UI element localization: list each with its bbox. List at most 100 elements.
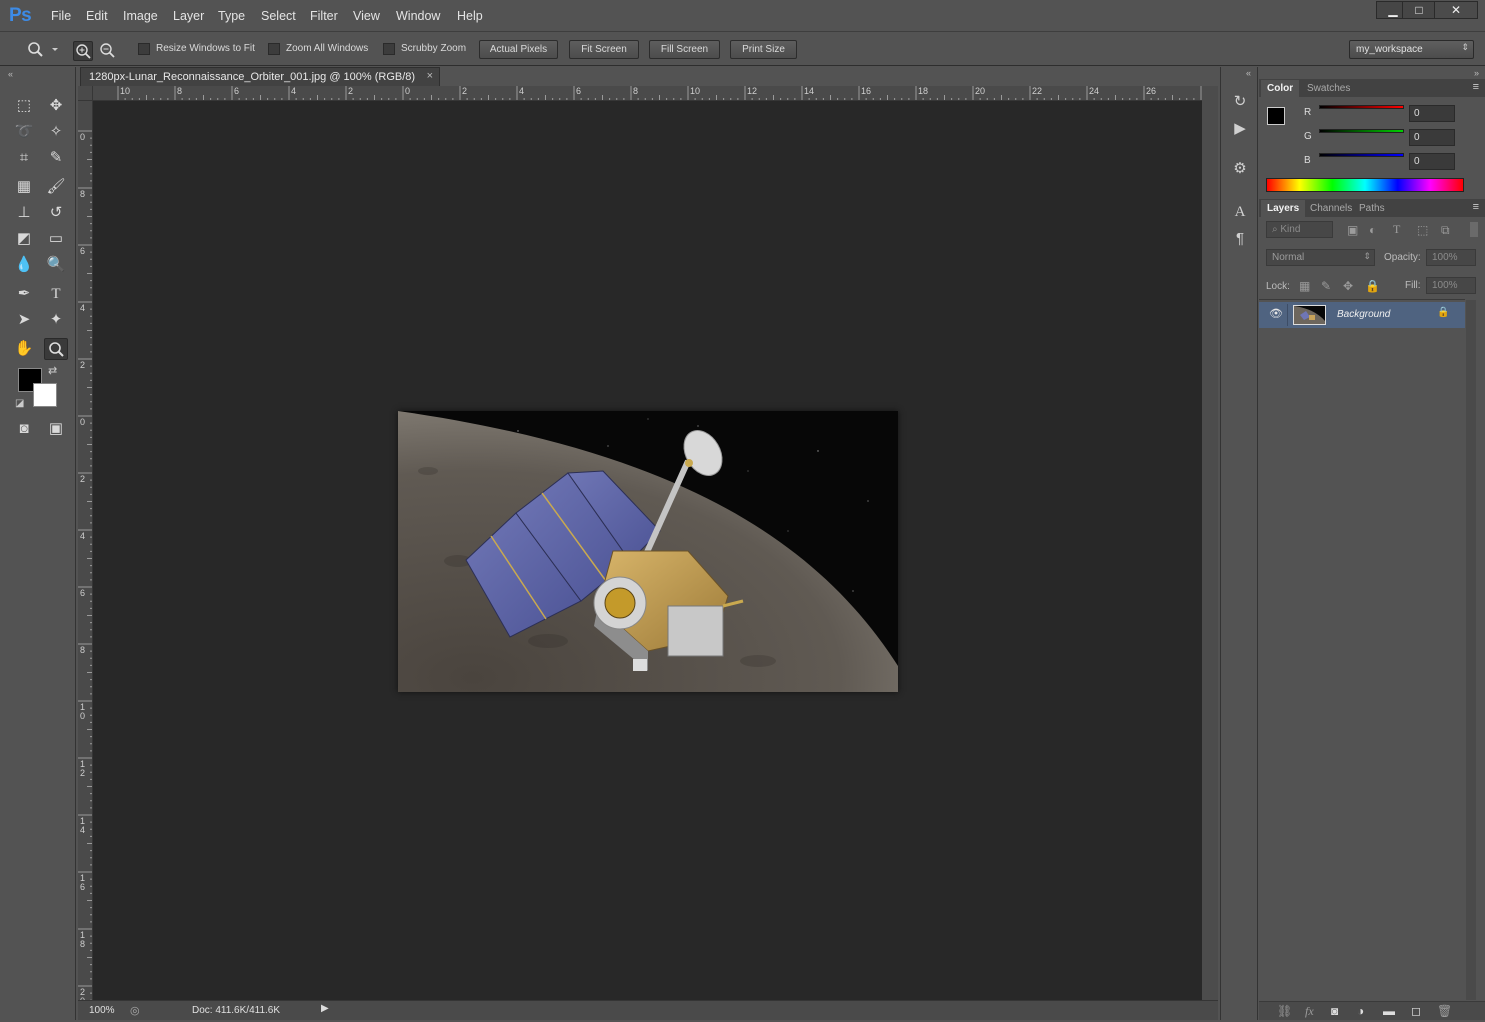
menu-type[interactable]: Type bbox=[218, 9, 245, 23]
delete-layer-icon[interactable]: 🗑 bbox=[1437, 1004, 1452, 1018]
panel-menu-icon[interactable]: ≡ bbox=[1473, 81, 1479, 93]
path-selection-tool-icon[interactable]: ➤ bbox=[12, 309, 36, 331]
fill-field[interactable]: 100% bbox=[1426, 277, 1476, 294]
layers-scrollbar[interactable] bbox=[1466, 300, 1476, 1000]
tab-channels[interactable]: Channels bbox=[1304, 200, 1358, 217]
type-filter-icon[interactable]: T bbox=[1393, 222, 1400, 237]
menu-help[interactable]: Help bbox=[457, 9, 483, 23]
layer-style-fx-icon[interactable]: fx bbox=[1305, 1004, 1314, 1019]
actions-panel-icon[interactable]: ▶ bbox=[1230, 119, 1250, 139]
color-spectrum-ramp[interactable] bbox=[1266, 178, 1464, 192]
color-panel-foreground[interactable] bbox=[1267, 107, 1285, 125]
eye-visibility-icon[interactable]: 👁 bbox=[1269, 307, 1283, 320]
tab-layers[interactable]: Layers bbox=[1261, 200, 1306, 217]
add-mask-icon[interactable]: ◙ bbox=[1331, 1004, 1338, 1018]
pixel-filter-icon[interactable]: ▣ bbox=[1347, 223, 1358, 237]
lock-image-icon[interactable]: ✎ bbox=[1321, 279, 1331, 293]
custom-shape-tool-icon[interactable]: ✦ bbox=[44, 309, 68, 331]
tab-swatches[interactable]: Swatches bbox=[1301, 80, 1356, 97]
hand-tool-icon[interactable]: ✋ bbox=[12, 338, 36, 360]
smart-object-filter-icon[interactable]: ⧉ bbox=[1441, 223, 1450, 238]
print-size-button[interactable]: Print Size bbox=[730, 40, 797, 59]
adjustment-filter-icon[interactable]: ◐ bbox=[1369, 223, 1376, 237]
opacity-field[interactable]: 100% bbox=[1426, 249, 1476, 266]
screen-mode-icon[interactable]: ▣ bbox=[44, 418, 68, 440]
tab-paths[interactable]: Paths bbox=[1353, 200, 1391, 217]
adjustment-layer-icon[interactable]: ◑ bbox=[1357, 1004, 1364, 1018]
swap-colors-icon[interactable]: ⇄ bbox=[48, 364, 57, 377]
brush-tool-icon[interactable]: 🖌 bbox=[44, 176, 68, 198]
green-slider[interactable] bbox=[1319, 129, 1404, 133]
rectangular-marquee-tool-icon[interactable]: ⬚ bbox=[12, 95, 36, 117]
shape-filter-icon[interactable]: ⬚ bbox=[1417, 223, 1428, 237]
blend-mode-dropdown[interactable]: Normal ⇕ bbox=[1266, 249, 1375, 266]
tool-preset-picker[interactable] bbox=[25, 39, 61, 61]
blue-slider[interactable] bbox=[1319, 153, 1404, 157]
resize-windows-checkbox[interactable] bbox=[138, 43, 150, 55]
quick-mask-icon[interactable]: ◙ bbox=[12, 418, 36, 440]
menu-file[interactable]: File bbox=[51, 9, 71, 23]
status-menu-arrow-icon[interactable]: ▶ bbox=[321, 1003, 329, 1014]
fill-screen-button[interactable]: Fill Screen bbox=[649, 40, 720, 59]
expand-dock-icon[interactable]: » bbox=[1474, 68, 1479, 78]
layer-row[interactable]: 👁 Background 🔒 bbox=[1259, 302, 1465, 328]
zoom-level[interactable]: 100% bbox=[89, 1005, 115, 1016]
document-info-icon[interactable]: ◎ bbox=[130, 1004, 140, 1017]
history-brush-icon[interactable]: ↺ bbox=[44, 202, 68, 224]
zoom-in-button[interactable] bbox=[73, 41, 93, 61]
vertical-scrollbar[interactable] bbox=[1202, 86, 1218, 1002]
lock-all-icon[interactable]: 🔒 bbox=[1365, 279, 1380, 293]
menu-layer[interactable]: Layer bbox=[173, 9, 204, 23]
red-value-field[interactable]: 0 bbox=[1409, 105, 1455, 122]
pen-tool-icon[interactable]: ✒ bbox=[12, 283, 36, 305]
horizontal-ruler[interactable]: 108642024681012141618202224262 bbox=[78, 86, 1202, 101]
spot-healing-brush-icon[interactable]: ▦ bbox=[12, 176, 36, 198]
lasso-tool-icon[interactable]: ➰ bbox=[12, 121, 36, 143]
type-tool-icon[interactable]: T bbox=[44, 283, 68, 305]
ruler-origin[interactable] bbox=[78, 86, 93, 101]
canvas-area[interactable] bbox=[93, 101, 1202, 1002]
menu-window[interactable]: Window bbox=[396, 9, 440, 23]
lock-position-icon[interactable]: ✥ bbox=[1343, 279, 1353, 293]
history-panel-icon[interactable]: ↻ bbox=[1230, 92, 1250, 112]
menu-edit[interactable]: Edit bbox=[86, 9, 108, 23]
blue-value-field[interactable]: 0 bbox=[1409, 153, 1455, 170]
vertical-ruler[interactable]: 0 8 6 4 2 0 2 4 6 8 10 12 14 16 18 20 bbox=[78, 86, 93, 1002]
menu-filter[interactable]: Filter bbox=[310, 9, 338, 23]
magic-wand-tool-icon[interactable]: ✧ bbox=[44, 121, 68, 143]
move-tool-icon[interactable]: ✥ bbox=[44, 95, 68, 117]
menu-select[interactable]: Select bbox=[261, 9, 296, 23]
actual-pixels-button[interactable]: Actual Pixels bbox=[479, 40, 558, 59]
crop-tool-icon[interactable]: ⌗ bbox=[12, 147, 36, 169]
lock-transparent-icon[interactable]: ▦ bbox=[1299, 279, 1310, 293]
link-layers-icon[interactable]: ⛓ bbox=[1277, 1004, 1292, 1018]
menu-image[interactable]: Image bbox=[123, 9, 158, 23]
red-slider[interactable] bbox=[1319, 105, 1404, 109]
gradient-tool-icon[interactable]: ▭ bbox=[44, 228, 68, 250]
layer-name[interactable]: Background bbox=[1337, 309, 1390, 320]
workspace-dropdown[interactable]: my_workspace ⇕ bbox=[1349, 40, 1474, 59]
new-layer-icon[interactable]: ◻ bbox=[1411, 1004, 1421, 1018]
maximize-button[interactable]: □ bbox=[1402, 1, 1436, 19]
new-group-icon[interactable]: ▬ bbox=[1383, 1004, 1395, 1018]
layer-filter-kind-dropdown[interactable]: ⌕ Kind bbox=[1266, 221, 1333, 238]
eraser-tool-icon[interactable]: ◩ bbox=[12, 228, 36, 250]
tab-color[interactable]: Color bbox=[1261, 80, 1300, 97]
close-window-button[interactable]: ✕ bbox=[1434, 1, 1478, 19]
collapse-toolbox-icon[interactable]: « bbox=[8, 69, 13, 79]
scrubby-zoom-checkbox[interactable] bbox=[383, 43, 395, 55]
eyedropper-tool-icon[interactable]: ✎ bbox=[44, 147, 68, 169]
zoom-all-windows-checkbox[interactable] bbox=[268, 43, 280, 55]
close-document-icon[interactable]: × bbox=[427, 70, 433, 82]
properties-panel-icon[interactable]: ⚙ bbox=[1230, 159, 1250, 179]
panel-menu-icon[interactable]: ≡ bbox=[1473, 201, 1479, 213]
blur-tool-icon[interactable]: 💧 bbox=[12, 254, 36, 276]
collapse-dock-icon[interactable]: « bbox=[1246, 68, 1251, 78]
paragraph-panel-icon[interactable]: ¶ bbox=[1230, 229, 1250, 249]
green-value-field[interactable]: 0 bbox=[1409, 129, 1455, 146]
zoom-out-button[interactable] bbox=[97, 41, 117, 61]
zoom-tool-active-icon[interactable] bbox=[44, 338, 68, 360]
document-tab[interactable]: 1280px-Lunar_Reconnaissance_Orbiter_001.… bbox=[80, 67, 440, 86]
dodge-tool-icon[interactable]: 🔍 bbox=[44, 254, 68, 276]
default-colors-icon[interactable]: ◪ bbox=[15, 398, 24, 409]
